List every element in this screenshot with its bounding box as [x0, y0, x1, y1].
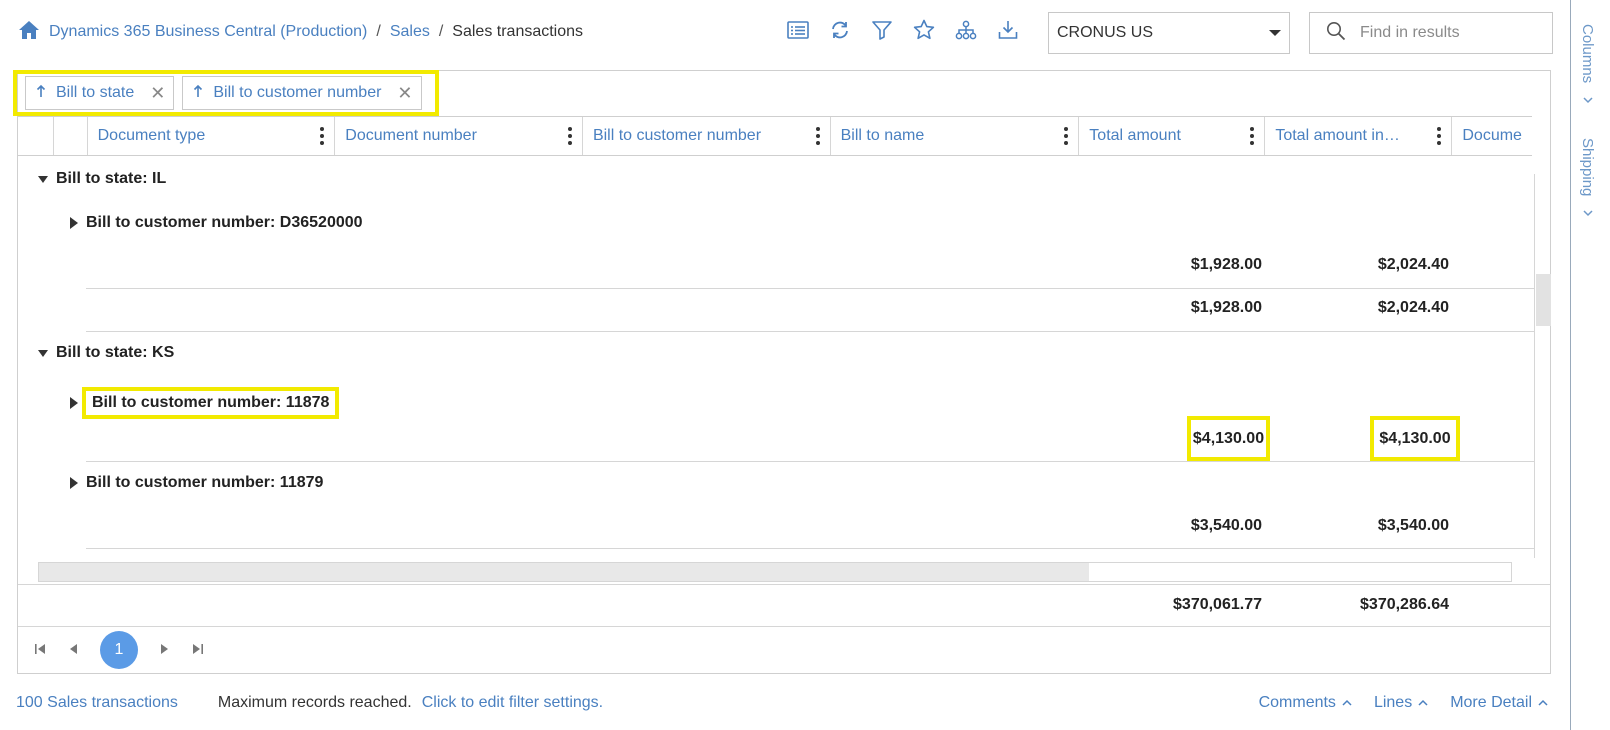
toolbar: [786, 18, 1020, 42]
group-row-state-il[interactable]: Bill to state: IL: [38, 170, 166, 188]
page-number-button[interactable]: 1: [100, 631, 138, 669]
collapse-icon[interactable]: [38, 175, 48, 183]
status-message: Maximum records reached.: [217, 694, 412, 711]
divider: [86, 548, 1534, 549]
arrow-up-icon[interactable]: [36, 84, 46, 103]
subtotal-amount-cell: $1,928.00: [1190, 299, 1262, 316]
filter-icon[interactable]: [870, 18, 894, 42]
chevron-down-icon: [1269, 30, 1281, 36]
comments-factbox[interactable]: Comments: [1259, 694, 1352, 712]
total-amount-incl-cell: $4,130.00: [1370, 416, 1460, 461]
column-header-total-amount[interactable]: Total amount: [1079, 117, 1266, 155]
header-spacer: [54, 117, 88, 155]
column-header-document-number[interactable]: Document number: [335, 117, 583, 155]
group-row-customer-11879[interactable]: Bill to customer number: 11879: [70, 474, 323, 492]
company-select[interactable]: CRONUS US: [1048, 12, 1290, 54]
group-row-customer-11878[interactable]: Bill to customer number: 11878: [70, 387, 340, 419]
column-header-document-type[interactable]: Document type: [88, 117, 336, 155]
chevron-up-icon: [1342, 699, 1352, 706]
edit-filter-link[interactable]: Click to edit filter settings.: [422, 694, 603, 712]
side-panel: Columns Shipping: [1570, 0, 1610, 730]
shipping-tab-label: Shipping: [1579, 138, 1596, 197]
chevron-up-icon: [1418, 699, 1428, 706]
record-count-link[interactable]: 100 Sales transactions: [16, 694, 178, 712]
column-menu-icon[interactable]: [320, 127, 325, 145]
column-header-document[interactable]: Docume: [1452, 117, 1532, 155]
download-icon[interactable]: [996, 18, 1020, 42]
search-icon: [1326, 21, 1346, 45]
grand-total-amount-incl: $370,286.64: [1360, 596, 1449, 613]
column-menu-icon[interactable]: [567, 127, 572, 145]
breadcrumb-separator: /: [438, 23, 444, 40]
total-amount-cell: $1,928.00: [1190, 256, 1262, 273]
expand-icon[interactable]: [70, 477, 78, 489]
factbox-bar: Comments Lines More Detail: [1259, 690, 1548, 716]
arrow-up-icon[interactable]: [193, 84, 203, 103]
total-amount-incl-cell: $2,024.40: [1377, 256, 1449, 273]
search-box[interactable]: [1309, 12, 1553, 54]
header-spacer: [18, 117, 54, 155]
breadcrumb-sales[interactable]: Sales: [390, 23, 430, 41]
close-icon[interactable]: ✕: [150, 83, 165, 104]
column-menu-icon[interactable]: [815, 127, 820, 145]
chevron-up-icon: [1538, 699, 1548, 706]
divider: [86, 331, 1534, 332]
shipping-tab[interactable]: Shipping: [1579, 138, 1596, 221]
column-header-bill-to-name[interactable]: Bill to name: [831, 117, 1080, 155]
lines-factbox[interactable]: Lines: [1374, 694, 1428, 712]
column-menu-icon[interactable]: [1437, 127, 1442, 145]
refresh-icon[interactable]: [828, 18, 852, 42]
horizontal-scrollbar[interactable]: [38, 562, 1512, 582]
breadcrumb: Dynamics 365 Business Central (Productio…: [18, 20, 583, 44]
group-row-customer[interactable]: Bill to customer number: D36520000: [70, 214, 363, 232]
next-page-icon[interactable]: [160, 643, 170, 658]
hierarchy-icon[interactable]: [954, 18, 978, 42]
column-menu-icon[interactable]: [1064, 127, 1069, 145]
page-title: Sales transactions: [452, 23, 584, 40]
chevron-down-icon: [1582, 91, 1593, 108]
breadcrumb-environment[interactable]: Dynamics 365 Business Central (Productio…: [49, 23, 367, 41]
divider: [18, 626, 1550, 627]
group-chip-label: Bill to state: [56, 84, 135, 101]
pager: 1: [18, 628, 204, 672]
total-amount-cell: $4,130.00: [1187, 416, 1270, 461]
column-header-total-amount-incl[interactable]: Total amount in…: [1265, 117, 1453, 155]
previous-page-icon[interactable]: [68, 643, 78, 658]
columns-tab-label: Columns: [1579, 24, 1596, 84]
group-chip-bill-to-customer-number[interactable]: Bill to customer number ✕: [182, 76, 422, 110]
group-row-state-ks[interactable]: Bill to state: KS: [38, 344, 174, 362]
expand-icon[interactable]: [70, 217, 78, 229]
search-input[interactable]: [1360, 24, 1530, 42]
group-by-bar: Bill to state ✕ Bill to customer number …: [13, 70, 439, 116]
group-chip-label: Bill to customer number: [213, 84, 382, 101]
scroll-thumb[interactable]: [39, 563, 1089, 581]
close-icon[interactable]: ✕: [397, 83, 412, 104]
chevron-down-icon: [1582, 204, 1593, 221]
list-view-icon[interactable]: [786, 18, 810, 42]
collapse-icon[interactable]: [38, 349, 48, 357]
vertical-scrollbar[interactable]: [1534, 174, 1551, 558]
column-header-row: Document type Document number Bill to cu…: [18, 116, 1532, 156]
column-menu-icon[interactable]: [1250, 127, 1255, 145]
first-page-icon[interactable]: [34, 643, 46, 658]
status-bar: 100 Sales transactions Maximum records r…: [16, 690, 603, 716]
divider: [86, 461, 1534, 462]
more-detail-factbox[interactable]: More Detail: [1450, 694, 1548, 712]
last-page-icon[interactable]: [192, 643, 204, 658]
total-amount-cell: $3,540.00: [1190, 517, 1262, 534]
company-select-value: CRONUS US: [1057, 24, 1154, 41]
grand-total-amount: $370,061.77: [1173, 596, 1262, 613]
columns-tab[interactable]: Columns: [1579, 24, 1596, 108]
total-amount-incl-cell: $3,540.00: [1377, 517, 1449, 534]
scroll-thumb[interactable]: [1536, 274, 1551, 326]
expand-icon[interactable]: [70, 397, 78, 409]
home-icon[interactable]: [18, 20, 40, 45]
favorite-star-icon[interactable]: [912, 18, 936, 42]
divider: [18, 584, 1550, 585]
divider: [86, 288, 1534, 289]
subtotal-amount-incl-cell: $2,024.40: [1377, 299, 1449, 316]
breadcrumb-separator: /: [376, 23, 381, 40]
group-chip-bill-to-state[interactable]: Bill to state ✕: [25, 76, 175, 110]
column-header-bill-to-customer-number[interactable]: Bill to customer number: [583, 117, 831, 155]
